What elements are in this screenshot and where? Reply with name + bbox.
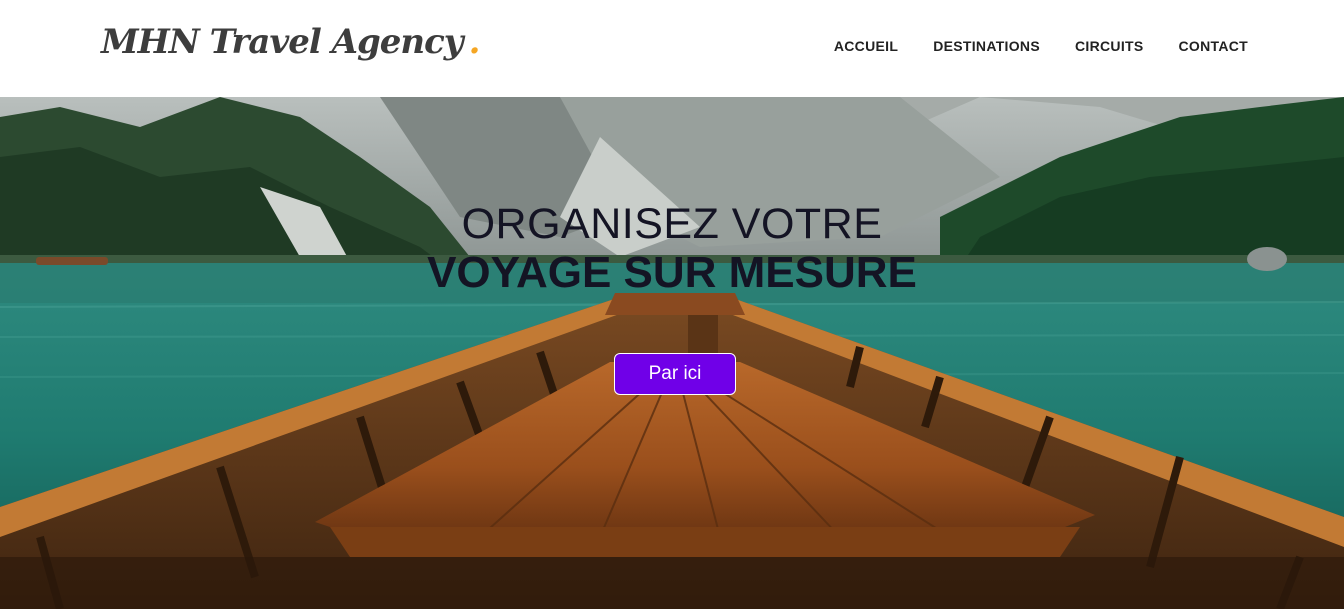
nav-link-circuits[interactable]: CIRCUITS: [1075, 38, 1144, 54]
hero-title-line1: ORGANISEZ VOTRE: [461, 200, 883, 248]
hero-title-line2: VOYAGE SUR MESURE: [427, 248, 917, 297]
site-header: MHN Travel Agency. ACCUEIL DESTINATIONS …: [0, 0, 1344, 97]
hero-title: ORGANISEZ VOTRE VOYAGE SUR MESURE: [0, 201, 1344, 299]
site-logo[interactable]: MHN Travel Agency.: [101, 22, 481, 62]
main-nav: ACCUEIL DESTINATIONS CIRCUITS CONTACT: [834, 38, 1248, 54]
par-ici-button[interactable]: Par ici: [614, 353, 736, 395]
nav-link-destinations[interactable]: DESTINATIONS: [933, 38, 1040, 54]
nav-link-accueil[interactable]: ACCUEIL: [834, 38, 898, 54]
nav-link-contact[interactable]: CONTACT: [1179, 38, 1249, 54]
logo-dot: .: [468, 22, 481, 62]
hero-banner: ORGANISEZ VOTRE VOYAGE SUR MESURE Par ic…: [0, 97, 1344, 609]
logo-text: MHN Travel Agency: [101, 22, 464, 62]
